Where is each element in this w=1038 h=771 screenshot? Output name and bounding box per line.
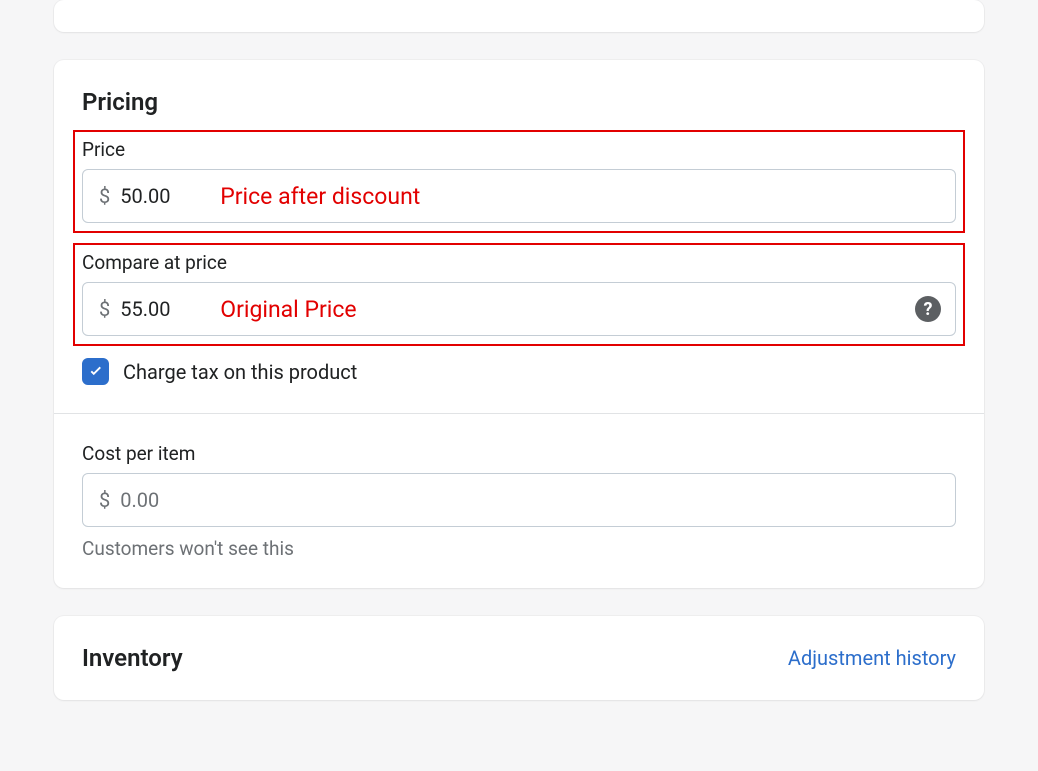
inventory-header: Inventory Adjustment history: [82, 644, 956, 672]
tax-checkbox[interactable]: [82, 358, 109, 385]
price-annotation: Price after discount: [220, 183, 420, 210]
compare-input-wrapper[interactable]: $ Original Price ?: [82, 282, 956, 336]
pricing-card: Pricing Price $ Price after discount Com…: [54, 60, 984, 588]
cost-help-text: Customers won't see this: [82, 537, 956, 560]
inventory-card: Inventory Adjustment history: [54, 616, 984, 700]
inventory-heading: Inventory: [82, 644, 183, 672]
price-label: Price: [82, 138, 956, 161]
cost-section: Cost per item $ Customers won't see this: [82, 414, 956, 588]
compare-field-group: Compare at price $ Original Price ?: [82, 251, 956, 336]
currency-prefix: $: [83, 488, 110, 512]
pricing-heading: Pricing: [82, 88, 956, 116]
check-icon: [87, 363, 105, 381]
tax-checkbox-label: Charge tax on this product: [123, 360, 357, 384]
compare-annotation: Original Price: [220, 296, 356, 323]
price-input-wrapper[interactable]: $ Price after discount: [82, 169, 956, 223]
adjustment-history-link[interactable]: Adjustment history: [788, 646, 956, 670]
compare-label: Compare at price: [82, 251, 956, 274]
tax-checkbox-row: Charge tax on this product: [82, 358, 956, 385]
currency-prefix: $: [83, 184, 110, 208]
cost-input[interactable]: [110, 488, 210, 512]
help-icon[interactable]: ?: [915, 296, 941, 322]
previous-card-stub: [54, 0, 984, 32]
cost-input-wrapper[interactable]: $: [82, 473, 956, 527]
currency-prefix: $: [83, 297, 110, 321]
compare-input[interactable]: [110, 297, 210, 321]
price-input[interactable]: [110, 184, 210, 208]
cost-label: Cost per item: [82, 442, 956, 465]
price-field-group: Price $ Price after discount: [82, 138, 956, 223]
